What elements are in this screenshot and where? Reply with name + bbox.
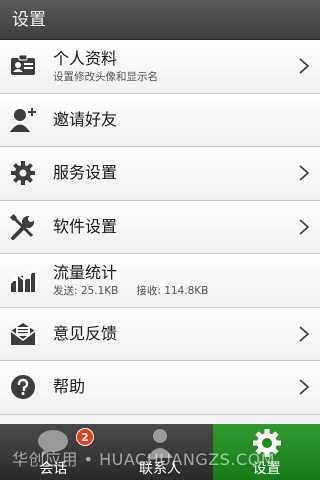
person-icon xyxy=(147,429,173,458)
settings-list: 个人资料 设置修改头像和显示名 邀请好友 服务设置 软件设置 流量统计 发送: … xyxy=(0,40,320,415)
chat-bubble-icon xyxy=(38,430,69,457)
gear-icon xyxy=(10,160,36,186)
menu-item-label: 帮助 xyxy=(53,377,86,397)
menu-item-label: 意见反馈 xyxy=(53,323,118,343)
chevron-right-icon xyxy=(298,58,310,74)
menu-item-invite-friends[interactable]: 邀请好友 xyxy=(0,93,320,147)
chevron-right-icon xyxy=(298,326,310,342)
menu-item-label: 服务设置 xyxy=(53,163,118,183)
tab-label: 设置 xyxy=(252,461,281,477)
id-card-icon xyxy=(10,53,36,79)
menu-item-software-settings[interactable]: 软件设置 xyxy=(0,200,320,254)
menu-item-service-settings[interactable]: 服务设置 xyxy=(0,147,320,201)
tab-label: 联系人 xyxy=(139,461,181,477)
menu-item-profile[interactable]: 个人资料 设置修改头像和显示名 xyxy=(0,40,320,94)
gear-icon xyxy=(252,429,281,457)
help-icon xyxy=(10,374,36,400)
chevron-right-icon xyxy=(298,219,310,235)
menu-item-label: 个人资料 xyxy=(53,48,118,68)
traffic-sent: 发送: 25.1KB xyxy=(53,284,119,297)
traffic-stats: 发送: 25.1KB 接收: 114.8KB xyxy=(53,284,320,298)
menu-item-label: 邀请好友 xyxy=(53,109,118,129)
chevron-right-icon xyxy=(298,165,310,181)
bar-chart-icon xyxy=(10,267,36,293)
traffic-received: 接收: 114.8KB xyxy=(136,284,209,297)
bottom-tab-bar: 2 会话 联系人 设置 xyxy=(0,424,320,480)
menu-item-feedback[interactable]: 意见反馈 xyxy=(0,307,320,361)
tab-label: 会话 xyxy=(39,461,68,477)
tab-conversations[interactable]: 2 会话 xyxy=(0,424,107,480)
menu-item-label: 流量统计 xyxy=(53,262,118,282)
tab-contacts[interactable]: 联系人 xyxy=(107,424,214,480)
page-title: 设置 xyxy=(0,0,320,40)
menu-item-sub: 设置修改头像和显示名 xyxy=(53,70,158,83)
menu-item-traffic-stats[interactable]: 流量统计 发送: 25.1KB 接收: 114.8KB xyxy=(0,254,320,308)
menu-item-label: 软件设置 xyxy=(53,216,118,236)
chevron-right-icon xyxy=(298,379,310,395)
unread-badge: 2 xyxy=(76,428,94,446)
add-user-icon xyxy=(10,107,36,133)
wrench-screwdriver-icon xyxy=(10,213,36,240)
menu-item-help[interactable]: 帮助 xyxy=(0,361,320,415)
tab-settings[interactable]: 设置 xyxy=(213,424,320,480)
envelope-icon xyxy=(10,321,36,347)
